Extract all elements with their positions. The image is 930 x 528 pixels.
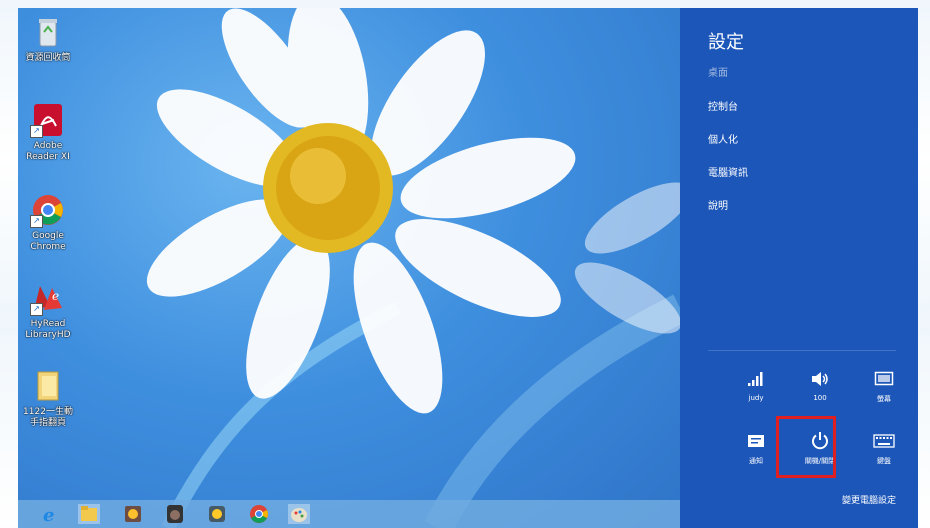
media-app-icon[interactable] — [206, 504, 228, 524]
personalization-link[interactable]: 個人化 — [708, 131, 738, 146]
charm-separator — [708, 350, 896, 351]
wifi-signal-icon — [748, 372, 763, 386]
power-highlight-box — [776, 416, 836, 478]
adobe-reader-icon[interactable]: ↗ Adobe Reader XI — [18, 102, 78, 163]
keyboard-tile[interactable]: 鍵盤 — [854, 430, 914, 466]
paint-icon[interactable] — [288, 504, 310, 524]
shortcut-arrow-icon: ↗ — [30, 303, 43, 316]
screen-label: 螢幕 — [877, 395, 891, 403]
volume-tile[interactable]: 100 — [790, 368, 850, 402]
screen-tile[interactable]: 螢幕 — [854, 368, 914, 404]
screen-brightness-icon — [874, 371, 894, 386]
network-tile[interactable]: judy — [726, 368, 786, 402]
shortcut-arrow-icon: ↗ — [30, 125, 43, 138]
svg-text:e: e — [43, 505, 54, 524]
notification-icon — [748, 435, 764, 447]
charm-title: 設定 — [708, 32, 744, 53]
folder-icon[interactable]: 1122一生動 手指翻頁 — [18, 368, 78, 429]
network-label: judy — [748, 394, 764, 402]
daisy-wallpaper — [146, 8, 680, 528]
screen: 資源回收筒 ↗ Adobe Reader XI ↗ Google Chrome … — [18, 8, 918, 528]
speaker-volume-icon — [812, 372, 828, 386]
pc-info-link[interactable]: 電腦資訊 — [708, 164, 748, 179]
keyboard-icon — [873, 434, 895, 448]
charm-subtitle: 桌面 — [708, 68, 728, 79]
hyread-glyph: e ↗ — [30, 280, 66, 316]
adobe-reader-glyph: ↗ — [30, 102, 66, 138]
chrome-taskbar-icon[interactable] — [248, 504, 270, 524]
settings-charm: 設定 桌面 控制台 個人化 電腦資訊 說明 judy 100 螢幕 通知 關機/… — [680, 8, 918, 528]
recycle-bin-glyph — [30, 14, 66, 50]
folder-label: 1122一生動 手指翻頁 — [23, 407, 73, 428]
photo-app-icon[interactable] — [122, 504, 144, 524]
internet-explorer-icon[interactable]: e — [40, 504, 62, 526]
chrome-glyph: ↗ — [30, 192, 66, 228]
desktop[interactable]: 資源回收筒 ↗ Adobe Reader XI ↗ Google Chrome … — [18, 8, 680, 528]
help-link[interactable]: 說明 — [708, 197, 728, 212]
shortcut-arrow-icon: ↗ — [30, 215, 43, 228]
adobe-reader-label: Adobe Reader XI — [26, 141, 70, 162]
speaker-app-icon[interactable] — [164, 504, 186, 524]
taskbar: e — [18, 500, 680, 528]
recycle-bin-label: 資源回收筒 — [25, 53, 71, 63]
keyboard-label: 鍵盤 — [877, 457, 891, 465]
control-panel-link[interactable]: 控制台 — [708, 98, 738, 113]
volume-label: 100 — [813, 394, 827, 402]
file-explorer-icon[interactable] — [78, 504, 100, 524]
change-pc-settings-link[interactable]: 變更電腦設定 — [842, 493, 896, 506]
google-chrome-icon[interactable]: ↗ Google Chrome — [18, 192, 78, 253]
recycle-bin-icon[interactable]: 資源回收筒 — [18, 14, 78, 64]
svg-text:e: e — [52, 289, 59, 303]
hyread-label: HyRead LibraryHD — [25, 319, 71, 340]
hyread-icon[interactable]: e ↗ HyRead LibraryHD — [18, 280, 78, 341]
google-chrome-label: Google Chrome — [30, 231, 66, 252]
folder-glyph — [30, 368, 66, 404]
